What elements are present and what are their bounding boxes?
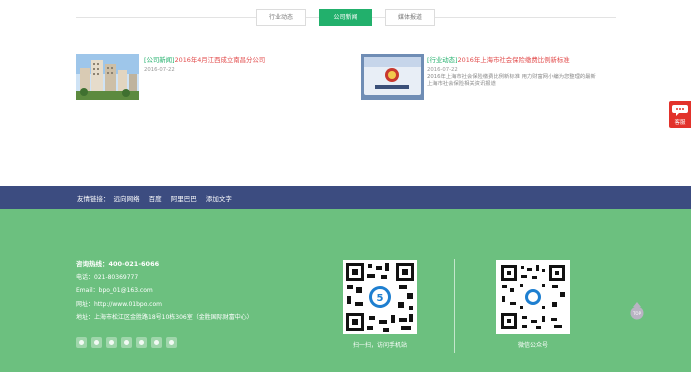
customer-service-button[interactable]: 客服 [669, 101, 691, 128]
qq-icon[interactable] [91, 337, 102, 348]
svg-text:5: 5 [377, 293, 384, 304]
contact-address: 地址：上海市松江区金胜路18号10栋306室（金胜国际财富中心） [76, 314, 253, 321]
footer: 咨询热线：400-021-6066 电话：021-80369777 Email：… [0, 209, 691, 372]
plus-icon[interactable] [76, 337, 87, 348]
tab-industry-news[interactable]: 行业动态 [256, 9, 306, 26]
customer-service-label: 客服 [674, 120, 686, 126]
tab-company-news[interactable]: 公司新闻 [319, 9, 372, 26]
news-item: [行业动态]2016年上海市社会保险缴费比例新标准 2016-07-22 201… [361, 54, 621, 102]
hotline: 咨询热线：400-021-6066 [76, 260, 160, 268]
tab-media-reports[interactable]: 媒体报道 [385, 9, 435, 26]
news-title-link[interactable]: [公司新闻]2016年4月江西成立南昌分公司 [144, 55, 265, 64]
friend-link[interactable]: 远向网络 [114, 195, 140, 203]
news-item: [公司新闻]2016年4月江西成立南昌分公司 2016-07-22 [76, 54, 316, 102]
page: 行业动态 公司新闻 媒体报道 [公司新闻]2016年4月江西成立南昌分公司 20… [0, 0, 691, 372]
footer-divider [454, 259, 455, 353]
contact-phone: 电话：021-80369777 [76, 273, 139, 281]
news-description: 2016年上海市社会保险缴费比例新标准 用力财富网小编为您整理的最新 上海市社会… [427, 74, 596, 87]
kaixin-icon[interactable] [151, 337, 162, 348]
friend-links-label: 友情链接： [77, 195, 110, 203]
renren-icon[interactable] [106, 337, 117, 348]
contact-website[interactable]: 网址：http://www.01bpo.com [76, 299, 253, 313]
douban-icon[interactable] [136, 337, 147, 348]
news-thumbnail-buildings[interactable] [76, 54, 139, 100]
friend-links-bar: 友情链接： 远向网络 百度 阿里巴巴 添加文字 [0, 186, 691, 209]
chat-icon [672, 105, 688, 116]
friend-link[interactable]: 阿里巴巴 [171, 195, 197, 203]
friend-link[interactable]: 添加文字 [206, 195, 232, 203]
more-icon[interactable] [166, 337, 177, 348]
contact-email[interactable]: Email：bpo_01@163.com [76, 285, 253, 299]
back-to-top-button[interactable]: TOP [630, 302, 644, 320]
friend-link[interactable]: 百度 [149, 195, 162, 203]
top-label: TOP [632, 311, 642, 316]
wechat-qr-caption: 微信公众号 [517, 342, 548, 349]
news-title-link[interactable]: [行业动态]2016年上海市社会保险缴费比例新标准 [427, 55, 570, 64]
weibo-icon[interactable] [121, 337, 132, 348]
mobile-site-qr-code: 5 [343, 260, 417, 334]
mobile-site-qr-caption: 扫一扫，访问手机站 [352, 342, 407, 349]
wechat-qr-code [496, 260, 570, 334]
news-date: 2016-07-22 [144, 67, 175, 73]
news-date: 2016-07-22 [427, 67, 458, 73]
contact-info: 咨询热线：400-021-6066 电话：021-80369777 Email：… [76, 258, 253, 326]
social-share-icons [76, 333, 181, 348]
news-thumbnail-social-security-card[interactable] [361, 54, 424, 100]
